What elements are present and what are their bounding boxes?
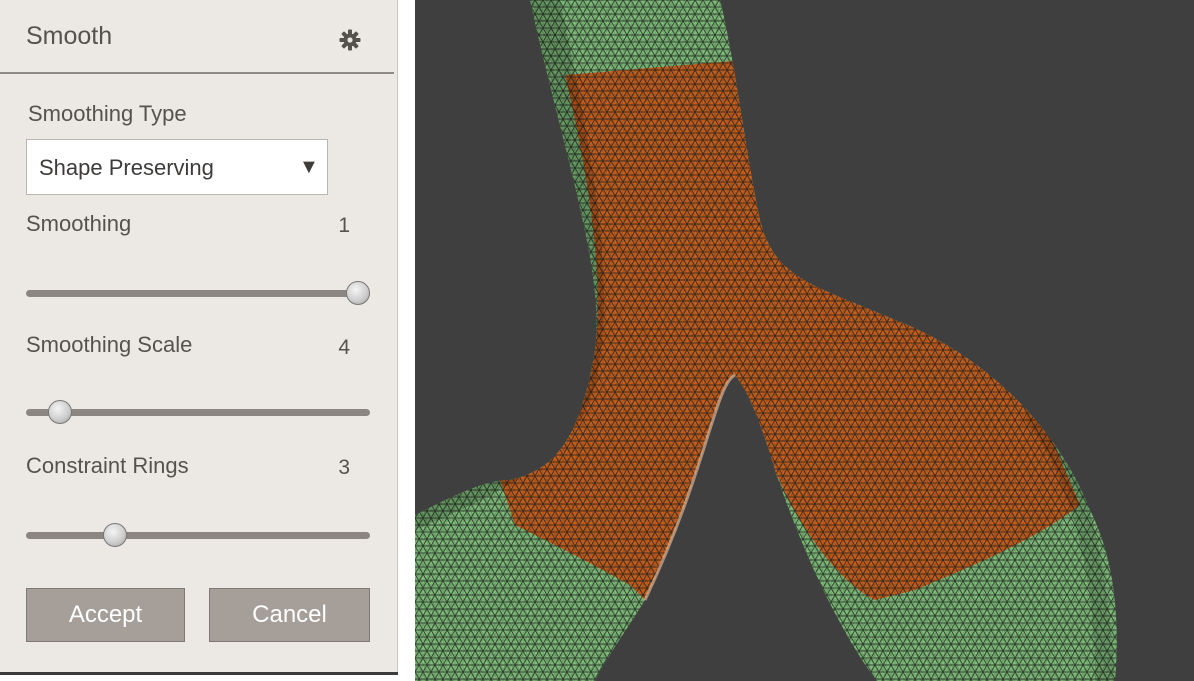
slider-thumb[interactable] <box>102 523 127 547</box>
smoothing-type-label: Smoothing Type <box>28 101 187 126</box>
mesh-viewport[interactable] <box>415 0 1194 681</box>
triangle-down-icon: ▼ <box>299 156 319 178</box>
smoothing-type-dropdown[interactable]: Shape Preserving ▼ <box>26 139 328 195</box>
smoothing-type-selected: Shape Preserving <box>39 155 214 180</box>
constraint-rings-slider[interactable] <box>26 523 370 549</box>
slider-track <box>26 290 370 297</box>
constraint-rings-label: Constraint Rings <box>26 453 189 478</box>
slider-thumb[interactable] <box>346 281 370 305</box>
accept-button[interactable]: Accept <box>26 588 185 642</box>
cancel-button[interactable]: Cancel <box>209 588 370 642</box>
smoothing-scale-slider[interactable] <box>26 400 370 426</box>
panel-title: Smooth <box>26 22 113 50</box>
constraint-rings-value: 3 <box>338 456 350 479</box>
slider-thumb[interactable] <box>48 400 73 424</box>
mesh-canvas[interactable] <box>415 0 1194 681</box>
slider-track <box>26 409 370 416</box>
panel-header: Smooth <box>0 0 394 74</box>
smoothing-scale-value: 4 <box>338 336 350 359</box>
smoothing-slider[interactable] <box>26 281 370 307</box>
gear-icon[interactable] <box>338 28 362 52</box>
smooth-panel: Smooth Smoothing Type Shape Preserving ▼… <box>0 0 398 675</box>
smoothing-scale-label: Smoothing Scale <box>26 332 193 357</box>
slider-track <box>26 532 370 539</box>
smoothing-value: 1 <box>338 214 350 237</box>
smoothing-label: Smoothing <box>26 211 132 236</box>
mesh-wireframe-fine <box>415 0 1117 681</box>
panel-bottom-edge <box>0 672 398 675</box>
smooth-tool-screen: Smooth Smoothing Type Shape Preserving ▼… <box>0 0 1194 681</box>
